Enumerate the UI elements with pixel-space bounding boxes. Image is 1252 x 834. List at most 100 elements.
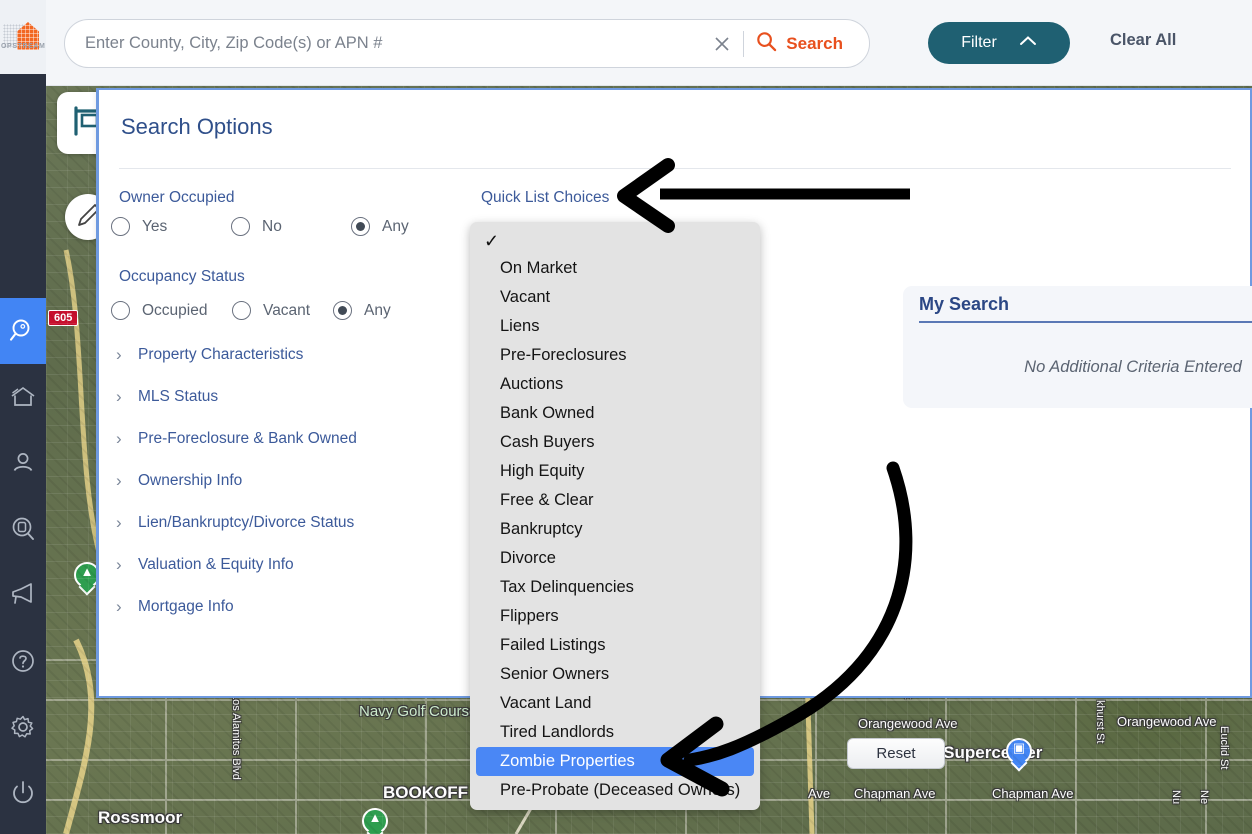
radio-label: No bbox=[262, 218, 282, 236]
sidebar-item-help[interactable] bbox=[0, 628, 46, 694]
map-label: Nu bbox=[1170, 790, 1182, 804]
app-logo[interactable]: OPSTREAM bbox=[0, 0, 46, 74]
radio-owner-occupied-no[interactable]: No bbox=[231, 217, 351, 236]
sidebar-item-marketing[interactable] bbox=[0, 562, 46, 628]
chevron-right-icon: › bbox=[116, 597, 138, 617]
chevron-right-icon: › bbox=[116, 513, 138, 533]
sidebar-item-search[interactable] bbox=[0, 298, 46, 364]
owner-occupied-radio-group[interactable]: Yes No Any bbox=[111, 217, 409, 236]
dropdown-item-on-market[interactable]: On Market bbox=[470, 254, 760, 283]
radio-dot bbox=[111, 217, 130, 236]
gear-icon bbox=[9, 713, 37, 741]
dropdown-item-cash-buyers[interactable]: Cash Buyers bbox=[470, 428, 760, 457]
my-search-title: My Search bbox=[919, 294, 1009, 315]
map-pin[interactable]: ▣ bbox=[1006, 738, 1032, 772]
chevron-right-icon: › bbox=[116, 429, 138, 449]
occupancy-status-label: Occupancy Status bbox=[119, 268, 245, 286]
divider bbox=[919, 321, 1252, 323]
clear-all-button[interactable]: Clear All bbox=[1110, 31, 1176, 50]
dropdown-item-bank-owned[interactable]: Bank Owned bbox=[470, 399, 760, 428]
pin-glyph: ▲ bbox=[74, 564, 100, 579]
search-button[interactable]: Search bbox=[756, 31, 869, 57]
map-pin[interactable]: ▲ bbox=[362, 808, 388, 834]
radio-label: Occupied bbox=[142, 302, 207, 320]
highway-shield: 605 bbox=[48, 310, 78, 326]
sidebar-item-contacts[interactable] bbox=[0, 430, 46, 496]
dropdown-item-tax-delinquencies[interactable]: Tax Delinquencies bbox=[470, 573, 760, 602]
radio-dot bbox=[232, 301, 251, 320]
radio-label: Vacant bbox=[263, 302, 310, 320]
radio-label: Yes bbox=[142, 218, 167, 236]
dropdown-item-vacant[interactable]: Vacant bbox=[470, 283, 760, 312]
dropdown-item-pre-foreclosures[interactable]: Pre-Foreclosures bbox=[470, 341, 760, 370]
dropdown-item-liens[interactable]: Liens bbox=[470, 312, 760, 341]
chevron-right-icon: › bbox=[116, 471, 138, 491]
my-search-summary: My Search No Location No Additional Crit… bbox=[903, 286, 1252, 408]
power-icon bbox=[9, 779, 37, 807]
dropdown-item-free-and-clear[interactable]: Free & Clear bbox=[470, 486, 760, 515]
search-input[interactable] bbox=[65, 34, 705, 53]
radio-dot bbox=[231, 217, 250, 236]
pin-glyph: ▣ bbox=[1006, 740, 1032, 756]
accordion-item-label: MLS Status bbox=[138, 388, 218, 406]
house-icon bbox=[9, 383, 37, 411]
map-label: Orangewood Ave bbox=[858, 716, 958, 731]
megaphone-icon bbox=[9, 581, 37, 609]
close-icon[interactable] bbox=[705, 27, 739, 61]
filter-button[interactable]: Filter bbox=[928, 22, 1070, 64]
divider bbox=[743, 31, 744, 57]
question-circle-icon bbox=[9, 647, 37, 675]
dropdown-item-high-equity[interactable]: High Equity bbox=[470, 457, 760, 486]
map-label: Euclid St bbox=[1218, 726, 1230, 769]
filter-button-label: Filter bbox=[961, 34, 997, 52]
dropdown-item-flippers[interactable]: Flippers bbox=[470, 602, 760, 631]
map-label: Chapman Ave bbox=[854, 786, 935, 801]
map-label: Navy Golf Course bbox=[359, 703, 477, 720]
radio-label: Any bbox=[364, 302, 391, 320]
person-icon bbox=[9, 449, 37, 477]
accordion-item-label: Valuation & Equity Info bbox=[138, 556, 294, 574]
my-search-empty-text: No Additional Criteria Entered bbox=[903, 358, 1252, 377]
dropdown-item-vacant-land[interactable]: Vacant Land bbox=[470, 689, 760, 718]
map-label: Ave bbox=[808, 786, 830, 801]
sidebar-item-settings[interactable] bbox=[0, 694, 46, 760]
dropdown-item-senior-owners[interactable]: Senior Owners bbox=[470, 660, 760, 689]
propstream-house-icon: OPSTREAM bbox=[3, 20, 43, 54]
dropdown-item-tired-landlords[interactable]: Tired Landlords bbox=[470, 718, 760, 747]
dropdown-item-pre-probate[interactable]: Pre-Probate (Deceased Owners) bbox=[470, 776, 760, 805]
radio-owner-occupied-any[interactable]: Any bbox=[351, 217, 409, 236]
pin-glyph: ▲ bbox=[362, 810, 388, 825]
sidebar-item-logout[interactable] bbox=[0, 760, 46, 826]
quick-list-dropdown[interactable]: ✓ On Market Vacant Liens Pre-Foreclosure… bbox=[470, 222, 760, 810]
radio-occupancy-vacant[interactable]: Vacant bbox=[232, 301, 333, 320]
dropdown-checkmark: ✓ bbox=[470, 228, 760, 254]
dropdown-item-auctions[interactable]: Auctions bbox=[470, 370, 760, 399]
search-bar[interactable]: Search bbox=[64, 19, 870, 68]
accordion-item-label: Ownership Info bbox=[138, 472, 242, 490]
dropdown-item-bankruptcy[interactable]: Bankruptcy bbox=[470, 515, 760, 544]
map-label: Los Alamitos Blvd bbox=[230, 693, 242, 780]
app-root: Navy Golf Course BOOKOFF Garde Rossmoor … bbox=[0, 0, 1252, 834]
reset-button[interactable]: Reset bbox=[847, 738, 945, 769]
dropdown-item-zombie-properties[interactable]: Zombie Properties bbox=[476, 747, 754, 776]
radio-occupancy-any[interactable]: Any bbox=[333, 301, 391, 320]
radio-dot bbox=[111, 301, 130, 320]
map-label: Ne bbox=[1198, 790, 1210, 804]
sidebar-item-home[interactable] bbox=[0, 364, 46, 430]
chevron-right-icon: › bbox=[116, 555, 138, 575]
dropdown-item-divorce[interactable]: Divorce bbox=[470, 544, 760, 573]
radio-owner-occupied-yes[interactable]: Yes bbox=[111, 217, 231, 236]
map-label: Rossmoor bbox=[98, 808, 182, 828]
map-label: khurst St bbox=[1094, 700, 1106, 743]
accordion-item-label: Pre-Foreclosure & Bank Owned bbox=[138, 430, 357, 448]
search-icon bbox=[756, 31, 777, 57]
left-sidebar: OPSTREAM bbox=[0, 0, 46, 834]
quick-list-choices-label: Quick List Choices bbox=[481, 189, 609, 207]
radio-occupancy-occupied[interactable]: Occupied bbox=[111, 301, 232, 320]
dropdown-item-failed-listings[interactable]: Failed Listings bbox=[470, 631, 760, 660]
search-button-label: Search bbox=[786, 34, 843, 54]
document-search-icon bbox=[9, 515, 37, 543]
sidebar-item-reports[interactable] bbox=[0, 496, 46, 562]
occupancy-status-radio-group[interactable]: Occupied Vacant Any bbox=[111, 301, 391, 320]
chevron-right-icon: › bbox=[116, 387, 138, 407]
